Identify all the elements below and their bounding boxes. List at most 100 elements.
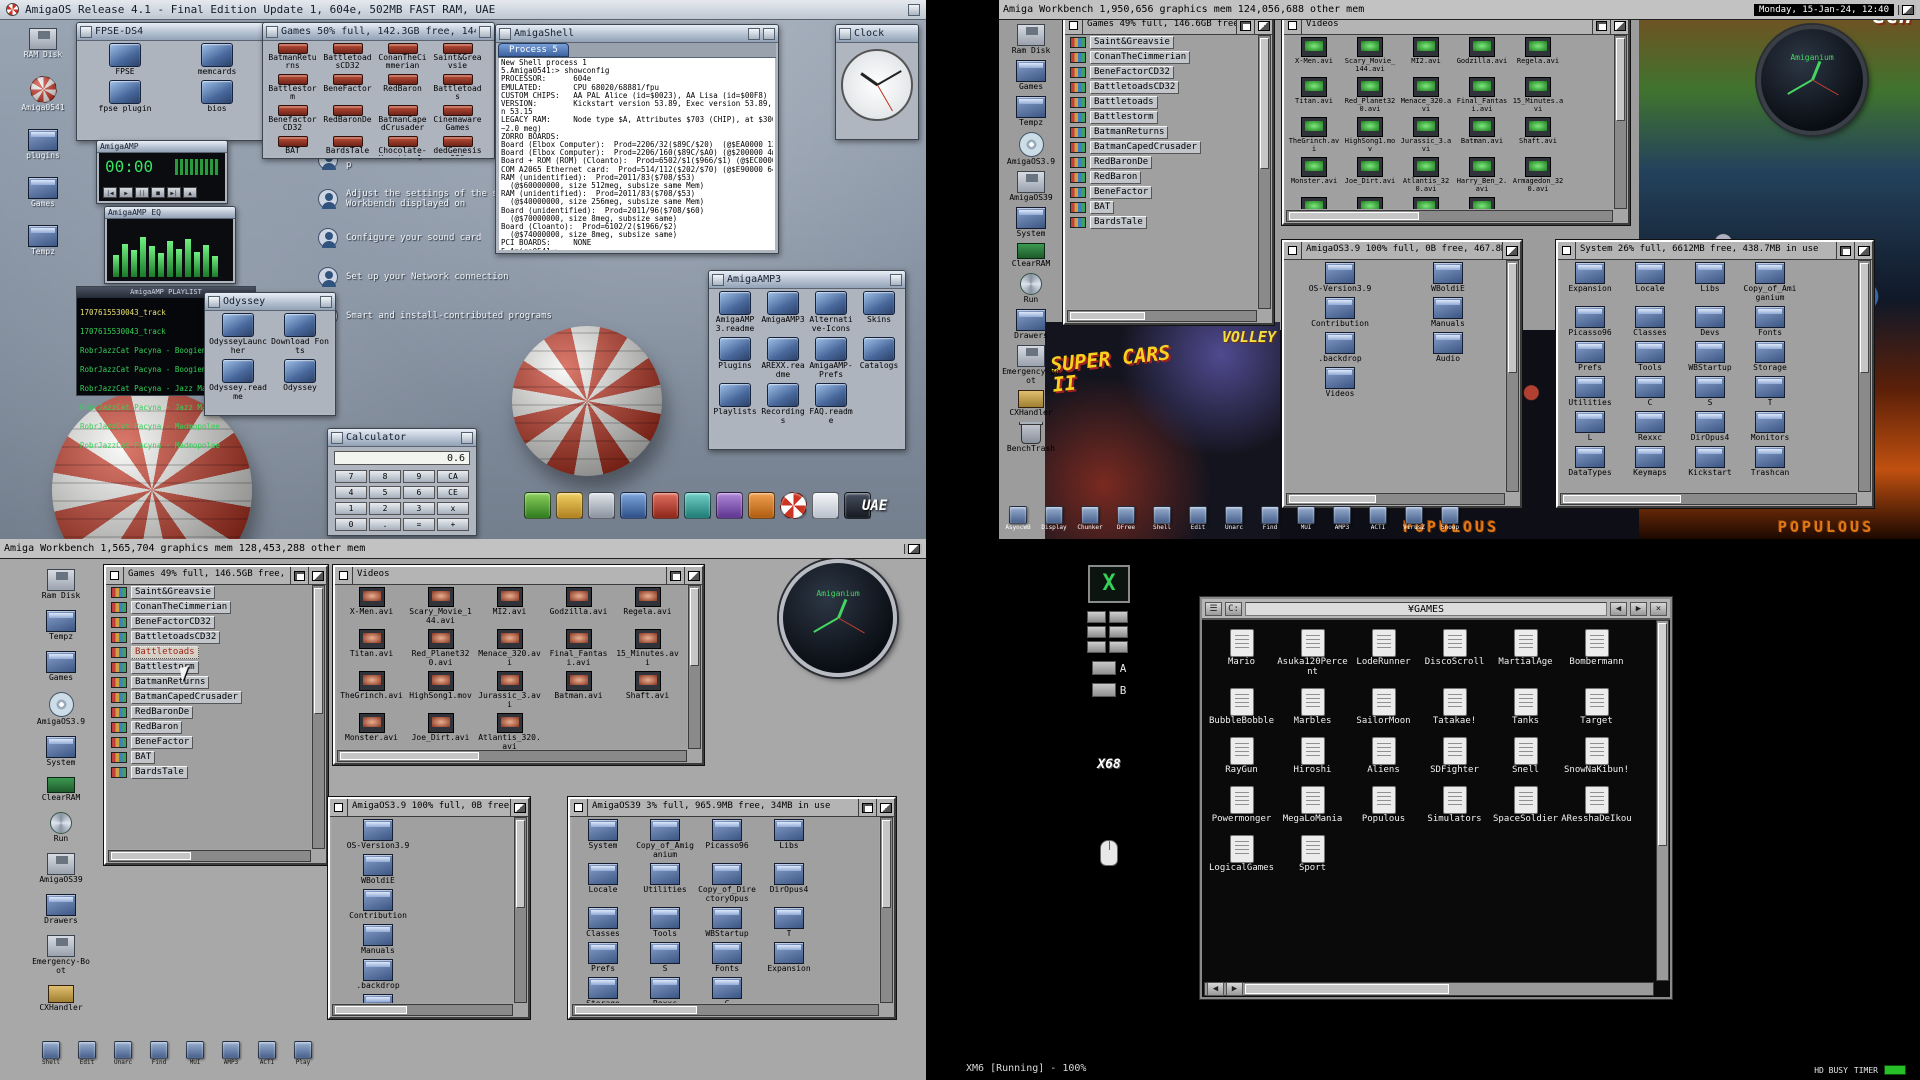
drawer-icon[interactable]: C xyxy=(1622,376,1678,407)
drawer-icon[interactable]: System xyxy=(574,819,632,859)
calc-key[interactable]: + xyxy=(437,518,468,531)
game-icon[interactable]: Saint&Greavsie xyxy=(432,43,483,70)
video-icon[interactable]: Final_Fantasi.avi xyxy=(1456,77,1508,113)
file-icon[interactable]: MegaLoMania xyxy=(1277,786,1348,824)
scroll-right-gadget[interactable]: ▶ xyxy=(1226,982,1243,996)
dock-item[interactable]: disk xyxy=(588,492,615,519)
window-titlebar[interactable]: AmigaShell xyxy=(496,25,778,43)
sx-button[interactable] xyxy=(1087,611,1106,623)
sx-window-logo-icon[interactable] xyxy=(1088,565,1130,603)
drawer-icon[interactable]: Libs xyxy=(1682,262,1738,302)
file-icon[interactable]: Target xyxy=(1561,688,1632,726)
desktop-icon[interactable]: Games xyxy=(30,651,92,682)
drawer-icon[interactable]: Videos xyxy=(1288,367,1392,398)
drawer-icon[interactable]: Kickstart xyxy=(1682,446,1738,477)
amp3-icon[interactable]: Skins xyxy=(857,291,901,333)
desktop-icon[interactable]: AmigaOS39 xyxy=(1001,171,1061,202)
window-titlebar[interactable]: AmigaAMP EQ xyxy=(105,207,235,219)
setup-wizard-item[interactable]: Smart and install-contributed programs xyxy=(318,306,590,326)
video-icon[interactable]: Scary_Movie_144.avi xyxy=(1344,37,1396,73)
drawer-icon[interactable]: Picasso96 xyxy=(698,819,756,859)
sx-button[interactable] xyxy=(1109,626,1128,638)
dock-item[interactable]: mixer xyxy=(684,492,711,519)
video-icon[interactable]: Atlantis_320.avi xyxy=(477,713,542,749)
scrollbar-thumb[interactable] xyxy=(111,852,191,860)
amp3-icon[interactable]: Catalogs xyxy=(857,337,901,379)
window-titlebar[interactable]: ☰ C: ¥GAMES ◀ ▶ × xyxy=(1202,599,1670,620)
vertical-scrollbar[interactable] xyxy=(880,817,893,1003)
drawer-icon[interactable]: Devs xyxy=(1682,306,1738,337)
horizontal-scrollbar[interactable] xyxy=(1286,493,1505,505)
video-icon[interactable]: Jurassic_3.avi xyxy=(477,671,542,709)
horizontal-scrollbar[interactable] xyxy=(337,750,687,762)
calc-key[interactable]: 3 xyxy=(403,502,434,515)
video-icon[interactable]: Red_Planet320.avi xyxy=(1344,77,1396,113)
game-row[interactable]: Battletoads xyxy=(1070,96,1252,109)
dock-item[interactable]: DFree xyxy=(1111,506,1141,531)
desktop-icon[interactable]: CXHandler xyxy=(30,985,92,1012)
playlist-track[interactable]: RobrJazzCat Pacyna - Madmopolee xyxy=(80,433,252,452)
fpse-icon[interactable]: memcards xyxy=(173,43,261,76)
close-gadget[interactable] xyxy=(839,28,851,40)
desktop-icon[interactable]: Tempz xyxy=(1001,96,1061,127)
drawer-icon[interactable]: Manuals xyxy=(1396,297,1500,328)
dock-item[interactable]: prefs xyxy=(652,492,679,519)
console-line[interactable]: (@$74000000, size 8meg, subsize same) xyxy=(501,231,773,239)
dock-item[interactable]: orange xyxy=(748,492,775,519)
scrollbar-thumb[interactable] xyxy=(335,1006,407,1014)
scrollbar-thumb[interactable] xyxy=(1508,263,1517,373)
video-icon[interactable]: Batman.avi xyxy=(546,671,611,709)
horizontal-scrollbar[interactable] xyxy=(572,1004,879,1016)
drawer-icon[interactable]: Classes xyxy=(1622,306,1678,337)
desktop-icon[interactable]: Run xyxy=(30,812,92,843)
game-icon[interactable]: BeneFactor xyxy=(322,74,373,101)
drawer-icon[interactable]: Audio xyxy=(334,994,422,1003)
screen-titlebar[interactable]: AmigaOS Release 4.1 - Final Edition Upda… xyxy=(0,0,926,20)
dock-item[interactable]: Snoop xyxy=(1435,506,1465,531)
console-line[interactable]: n 53.15 xyxy=(501,108,773,116)
depth-gadget[interactable] xyxy=(461,432,473,444)
calc-key[interactable]: 7 xyxy=(335,470,366,483)
video-icon[interactable]: Monster.avi xyxy=(339,713,404,749)
depth-gadget[interactable] xyxy=(308,567,326,584)
forward-arrow-gadget[interactable]: ▶ xyxy=(1630,602,1647,616)
drawer-icon[interactable]: Contribution xyxy=(1288,297,1392,328)
dock-item[interactable]: MUI xyxy=(180,1041,210,1066)
fpse-icon[interactable]: FPSE xyxy=(81,43,169,76)
close-gadget[interactable] xyxy=(1284,242,1302,259)
desktop-icon[interactable]: Tempz xyxy=(8,225,78,256)
scrollbar-thumb[interactable] xyxy=(690,588,699,666)
drawer-icon[interactable]: Fonts xyxy=(698,942,756,973)
setup-wizard-item[interactable]: Set up your Network connection xyxy=(318,267,590,287)
game-icon[interactable]: Chocolate-Heretic-1.0 xyxy=(377,136,428,156)
video-icon[interactable]: HighSong1.mov xyxy=(408,671,473,709)
vertical-scrollbar[interactable] xyxy=(1858,260,1871,492)
calc-key[interactable]: 1 xyxy=(335,502,366,515)
desktop-icon[interactable]: AmigaOS3.9 xyxy=(30,692,92,726)
dock-item[interactable]: AsyncWB xyxy=(1003,506,1033,531)
calc-key[interactable]: 8 xyxy=(369,470,400,483)
console-line[interactable]: Board + ROM (ROM) (Cloanto): Prod=6502/$… xyxy=(501,157,773,165)
console-line[interactable]: (@$60000000, size 512meg, subsize same M… xyxy=(501,182,773,190)
drawer-icon[interactable]: Contribution xyxy=(334,889,422,920)
drawer-icon[interactable]: S xyxy=(1682,376,1738,407)
dock-item[interactable]: shell xyxy=(620,492,647,519)
file-icon[interactable]: Marbles xyxy=(1277,688,1348,726)
file-icon[interactable]: Sport xyxy=(1277,835,1348,873)
desktop-icon[interactable]: Tempz xyxy=(30,610,92,641)
game-icon[interactable]: BatmanReturns xyxy=(267,43,318,70)
dock-item[interactable]: AMP3 xyxy=(1327,506,1357,531)
drawer-icon[interactable]: Trashcan xyxy=(1742,446,1798,477)
scrollbar-thumb[interactable] xyxy=(1070,312,1145,320)
dock-item[interactable]: VirusZ xyxy=(1399,506,1429,531)
horizontal-scrollbar[interactable] xyxy=(1067,310,1257,322)
video-icon[interactable]: Shaft.avi xyxy=(615,671,680,709)
game-icon[interactable]: BattletoadsCD32 xyxy=(322,43,373,70)
zoom-gadget[interactable] xyxy=(666,567,684,584)
console-line[interactable]: RAM (unidentified): Prod=2011/83($708/$5… xyxy=(501,190,773,198)
amp3-icon[interactable]: AmigaAMP3.readme xyxy=(713,291,757,333)
file-icon[interactable]: DiscoScroll xyxy=(1419,629,1490,677)
dock-item[interactable]: Play xyxy=(288,1041,318,1066)
game-row[interactable]: BatmanReturns xyxy=(1070,126,1252,139)
depth-gadget[interactable] xyxy=(763,28,775,40)
